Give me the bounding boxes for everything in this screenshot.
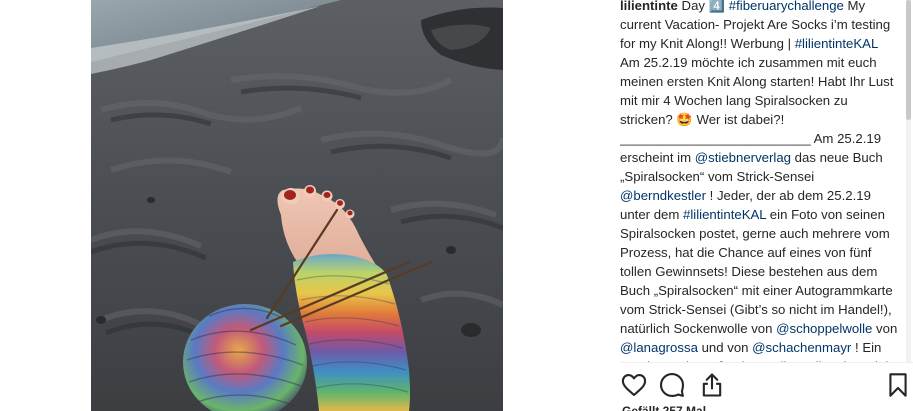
heart-icon (621, 374, 647, 396)
caption-text: 4️⃣ (708, 0, 726, 13)
action-bar (620, 368, 913, 404)
caption-scrollbar-thumb[interactable] (906, 0, 911, 120)
comment-icon (659, 372, 685, 398)
hashtag-link[interactable]: #lilientinteKAL (683, 207, 766, 222)
likes-count[interactable]: Gefällt 257 Mal (622, 404, 706, 411)
left-gutter (0, 0, 91, 411)
mention-link[interactable]: @schoppelwolle (776, 321, 872, 336)
caption-text: Day (677, 0, 709, 13)
share-button[interactable] (698, 371, 728, 401)
post-caption: lilientinte Day 4️⃣ #fiberuarychallenge … (620, 0, 900, 362)
like-button[interactable] (620, 371, 650, 401)
share-icon (702, 373, 722, 397)
hashtag-link[interactable]: #fiberuarychallenge (729, 0, 844, 13)
mention-link[interactable]: @lanagrossa (620, 340, 698, 355)
comment-button[interactable] (658, 371, 688, 401)
caption-text: ein Foto von seinen Spiralsocken postet,… (620, 207, 893, 336)
right-gutter (503, 0, 620, 411)
divider (620, 362, 913, 363)
bookmark-icon (889, 373, 907, 397)
post-photo[interactable] (91, 0, 503, 411)
mention-link[interactable]: @stiebnerverlag (695, 150, 791, 165)
hashtag-link[interactable]: #lilientinteKAL (795, 36, 878, 51)
save-button[interactable] (884, 371, 913, 401)
caption-text: und von (697, 340, 753, 355)
username-link[interactable]: lilientinte (620, 0, 678, 13)
mention-link[interactable]: @schachenmayr (752, 340, 851, 355)
caption-container: lilientinte Day 4️⃣ #fiberuarychallenge … (620, 0, 900, 362)
caption-text: von (872, 321, 898, 336)
caption-text: Am 25.2.19 möchte ich zusammen mit euch … (620, 55, 894, 165)
mention-link[interactable]: @berndkestler (620, 188, 706, 203)
